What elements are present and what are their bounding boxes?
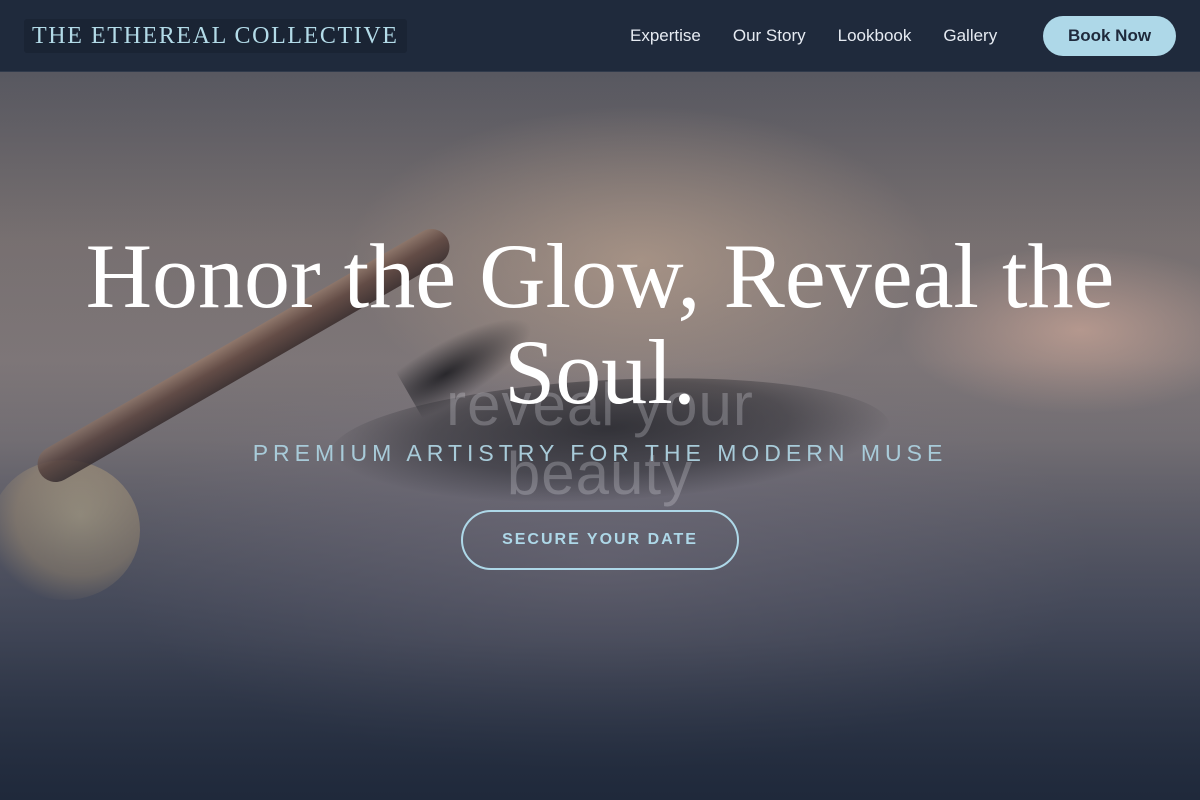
nav-link-our-story[interactable]: Our Story	[717, 26, 822, 46]
brand-logo[interactable]: THE ETHEREAL COLLECTIVE	[24, 19, 407, 53]
main-nav: Expertise Our Story Lookbook Gallery	[614, 0, 1013, 72]
secure-your-date-button[interactable]: SECURE YOUR DATE	[461, 510, 739, 570]
site-header: THE ETHEREAL COLLECTIVE Expertise Our St…	[0, 0, 1200, 72]
hero-subtitle: PREMIUM ARTISTRY FOR THE MODERN MUSE	[252, 440, 948, 466]
nav-link-expertise[interactable]: Expertise	[614, 26, 717, 46]
book-now-button[interactable]: Book Now	[1043, 16, 1176, 56]
nav-link-lookbook[interactable]: Lookbook	[822, 26, 928, 46]
hero-title: Honor the Glow, Reveal the Soul.	[85, 225, 1115, 423]
nav-link-gallery[interactable]: Gallery	[927, 26, 1013, 46]
